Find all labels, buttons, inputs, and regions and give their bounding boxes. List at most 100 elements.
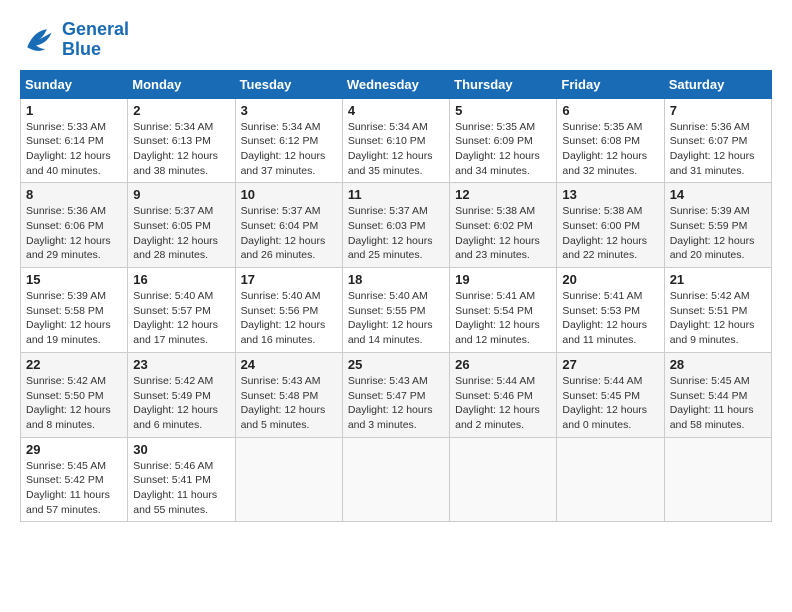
calendar-cell bbox=[557, 437, 664, 522]
day-number: 12 bbox=[455, 187, 551, 202]
calendar-cell: 8 Sunrise: 5:36 AM Sunset: 6:06 PM Dayli… bbox=[21, 183, 128, 268]
day-info: Sunrise: 5:45 AM Sunset: 5:42 PM Dayligh… bbox=[26, 459, 122, 518]
col-saturday: Saturday bbox=[664, 70, 771, 98]
col-wednesday: Wednesday bbox=[342, 70, 449, 98]
day-info: Sunrise: 5:34 AM Sunset: 6:10 PM Dayligh… bbox=[348, 120, 444, 179]
day-number: 19 bbox=[455, 272, 551, 287]
calendar-cell: 11 Sunrise: 5:37 AM Sunset: 6:03 PM Dayl… bbox=[342, 183, 449, 268]
day-info: Sunrise: 5:35 AM Sunset: 6:09 PM Dayligh… bbox=[455, 120, 551, 179]
day-number: 2 bbox=[133, 103, 229, 118]
day-number: 23 bbox=[133, 357, 229, 372]
calendar-cell: 13 Sunrise: 5:38 AM Sunset: 6:00 PM Dayl… bbox=[557, 183, 664, 268]
day-info: Sunrise: 5:39 AM Sunset: 5:59 PM Dayligh… bbox=[670, 204, 766, 263]
day-number: 18 bbox=[348, 272, 444, 287]
day-number: 21 bbox=[670, 272, 766, 287]
day-info: Sunrise: 5:43 AM Sunset: 5:48 PM Dayligh… bbox=[241, 374, 337, 433]
day-info: Sunrise: 5:34 AM Sunset: 6:12 PM Dayligh… bbox=[241, 120, 337, 179]
calendar-cell bbox=[342, 437, 449, 522]
day-info: Sunrise: 5:37 AM Sunset: 6:03 PM Dayligh… bbox=[348, 204, 444, 263]
week-row-1: 1 Sunrise: 5:33 AM Sunset: 6:14 PM Dayli… bbox=[21, 98, 772, 183]
col-thursday: Thursday bbox=[450, 70, 557, 98]
day-info: Sunrise: 5:44 AM Sunset: 5:45 PM Dayligh… bbox=[562, 374, 658, 433]
day-info: Sunrise: 5:42 AM Sunset: 5:50 PM Dayligh… bbox=[26, 374, 122, 433]
calendar-cell bbox=[664, 437, 771, 522]
calendar-cell: 29 Sunrise: 5:45 AM Sunset: 5:42 PM Dayl… bbox=[21, 437, 128, 522]
col-tuesday: Tuesday bbox=[235, 70, 342, 98]
week-row-2: 8 Sunrise: 5:36 AM Sunset: 6:06 PM Dayli… bbox=[21, 183, 772, 268]
day-info: Sunrise: 5:42 AM Sunset: 5:49 PM Dayligh… bbox=[133, 374, 229, 433]
logo-icon bbox=[20, 22, 56, 58]
day-info: Sunrise: 5:41 AM Sunset: 5:53 PM Dayligh… bbox=[562, 289, 658, 348]
calendar-cell: 25 Sunrise: 5:43 AM Sunset: 5:47 PM Dayl… bbox=[342, 352, 449, 437]
day-number: 6 bbox=[562, 103, 658, 118]
day-number: 26 bbox=[455, 357, 551, 372]
day-number: 3 bbox=[241, 103, 337, 118]
calendar-cell: 28 Sunrise: 5:45 AM Sunset: 5:44 PM Dayl… bbox=[664, 352, 771, 437]
calendar-cell: 22 Sunrise: 5:42 AM Sunset: 5:50 PM Dayl… bbox=[21, 352, 128, 437]
day-number: 30 bbox=[133, 442, 229, 457]
calendar-cell: 6 Sunrise: 5:35 AM Sunset: 6:08 PM Dayli… bbox=[557, 98, 664, 183]
calendar-cell: 1 Sunrise: 5:33 AM Sunset: 6:14 PM Dayli… bbox=[21, 98, 128, 183]
page-header: General Blue bbox=[20, 20, 772, 60]
calendar-cell: 5 Sunrise: 5:35 AM Sunset: 6:09 PM Dayli… bbox=[450, 98, 557, 183]
day-number: 7 bbox=[670, 103, 766, 118]
day-info: Sunrise: 5:35 AM Sunset: 6:08 PM Dayligh… bbox=[562, 120, 658, 179]
col-sunday: Sunday bbox=[21, 70, 128, 98]
calendar-cell: 14 Sunrise: 5:39 AM Sunset: 5:59 PM Dayl… bbox=[664, 183, 771, 268]
day-number: 16 bbox=[133, 272, 229, 287]
day-info: Sunrise: 5:41 AM Sunset: 5:54 PM Dayligh… bbox=[455, 289, 551, 348]
calendar-header-row: Sunday Monday Tuesday Wednesday Thursday… bbox=[21, 70, 772, 98]
calendar-cell: 30 Sunrise: 5:46 AM Sunset: 5:41 PM Dayl… bbox=[128, 437, 235, 522]
day-info: Sunrise: 5:33 AM Sunset: 6:14 PM Dayligh… bbox=[26, 120, 122, 179]
day-number: 10 bbox=[241, 187, 337, 202]
day-info: Sunrise: 5:45 AM Sunset: 5:44 PM Dayligh… bbox=[670, 374, 766, 433]
day-info: Sunrise: 5:40 AM Sunset: 5:56 PM Dayligh… bbox=[241, 289, 337, 348]
logo-text: General Blue bbox=[62, 20, 129, 60]
day-info: Sunrise: 5:34 AM Sunset: 6:13 PM Dayligh… bbox=[133, 120, 229, 179]
day-number: 28 bbox=[670, 357, 766, 372]
calendar-cell: 9 Sunrise: 5:37 AM Sunset: 6:05 PM Dayli… bbox=[128, 183, 235, 268]
day-info: Sunrise: 5:37 AM Sunset: 6:05 PM Dayligh… bbox=[133, 204, 229, 263]
day-info: Sunrise: 5:44 AM Sunset: 5:46 PM Dayligh… bbox=[455, 374, 551, 433]
day-number: 25 bbox=[348, 357, 444, 372]
day-number: 11 bbox=[348, 187, 444, 202]
calendar-cell: 3 Sunrise: 5:34 AM Sunset: 6:12 PM Dayli… bbox=[235, 98, 342, 183]
day-number: 1 bbox=[26, 103, 122, 118]
day-number: 15 bbox=[26, 272, 122, 287]
calendar-table: Sunday Monday Tuesday Wednesday Thursday… bbox=[20, 70, 772, 523]
calendar-cell bbox=[235, 437, 342, 522]
calendar-cell: 19 Sunrise: 5:41 AM Sunset: 5:54 PM Dayl… bbox=[450, 268, 557, 353]
calendar-cell: 18 Sunrise: 5:40 AM Sunset: 5:55 PM Dayl… bbox=[342, 268, 449, 353]
calendar-cell bbox=[450, 437, 557, 522]
calendar-cell: 23 Sunrise: 5:42 AM Sunset: 5:49 PM Dayl… bbox=[128, 352, 235, 437]
calendar-cell: 24 Sunrise: 5:43 AM Sunset: 5:48 PM Dayl… bbox=[235, 352, 342, 437]
calendar-cell: 16 Sunrise: 5:40 AM Sunset: 5:57 PM Dayl… bbox=[128, 268, 235, 353]
calendar-cell: 10 Sunrise: 5:37 AM Sunset: 6:04 PM Dayl… bbox=[235, 183, 342, 268]
day-number: 17 bbox=[241, 272, 337, 287]
day-number: 5 bbox=[455, 103, 551, 118]
day-info: Sunrise: 5:43 AM Sunset: 5:47 PM Dayligh… bbox=[348, 374, 444, 433]
day-number: 4 bbox=[348, 103, 444, 118]
calendar-cell: 20 Sunrise: 5:41 AM Sunset: 5:53 PM Dayl… bbox=[557, 268, 664, 353]
day-info: Sunrise: 5:46 AM Sunset: 5:41 PM Dayligh… bbox=[133, 459, 229, 518]
day-number: 9 bbox=[133, 187, 229, 202]
day-number: 29 bbox=[26, 442, 122, 457]
day-number: 14 bbox=[670, 187, 766, 202]
day-info: Sunrise: 5:40 AM Sunset: 5:57 PM Dayligh… bbox=[133, 289, 229, 348]
col-monday: Monday bbox=[128, 70, 235, 98]
day-number: 22 bbox=[26, 357, 122, 372]
calendar-cell: 17 Sunrise: 5:40 AM Sunset: 5:56 PM Dayl… bbox=[235, 268, 342, 353]
calendar-cell: 4 Sunrise: 5:34 AM Sunset: 6:10 PM Dayli… bbox=[342, 98, 449, 183]
calendar-cell: 7 Sunrise: 5:36 AM Sunset: 6:07 PM Dayli… bbox=[664, 98, 771, 183]
calendar-cell: 26 Sunrise: 5:44 AM Sunset: 5:46 PM Dayl… bbox=[450, 352, 557, 437]
day-info: Sunrise: 5:36 AM Sunset: 6:06 PM Dayligh… bbox=[26, 204, 122, 263]
day-info: Sunrise: 5:42 AM Sunset: 5:51 PM Dayligh… bbox=[670, 289, 766, 348]
week-row-4: 22 Sunrise: 5:42 AM Sunset: 5:50 PM Dayl… bbox=[21, 352, 772, 437]
calendar-cell: 15 Sunrise: 5:39 AM Sunset: 5:58 PM Dayl… bbox=[21, 268, 128, 353]
calendar-cell: 27 Sunrise: 5:44 AM Sunset: 5:45 PM Dayl… bbox=[557, 352, 664, 437]
col-friday: Friday bbox=[557, 70, 664, 98]
day-info: Sunrise: 5:36 AM Sunset: 6:07 PM Dayligh… bbox=[670, 120, 766, 179]
calendar-cell: 12 Sunrise: 5:38 AM Sunset: 6:02 PM Dayl… bbox=[450, 183, 557, 268]
day-number: 24 bbox=[241, 357, 337, 372]
calendar-cell: 2 Sunrise: 5:34 AM Sunset: 6:13 PM Dayli… bbox=[128, 98, 235, 183]
